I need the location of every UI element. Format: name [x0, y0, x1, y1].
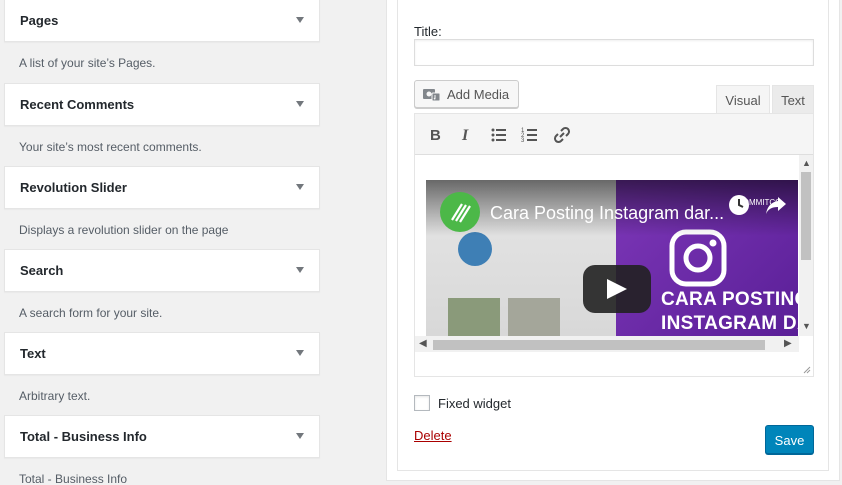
media-icon [423, 89, 441, 102]
embedded-video[interactable]: CARA POSTING INSTAGRAM DARI Cara Posting… [426, 180, 798, 336]
svg-text:I: I [461, 127, 469, 144]
title-input[interactable] [414, 39, 814, 66]
scrollbar-thumb[interactable] [433, 340, 765, 350]
scroll-right-icon[interactable]: ▶ [784, 338, 792, 349]
editor-toolbar: B I 1 2 3 [415, 114, 813, 155]
link-icon[interactable] [551, 124, 573, 146]
widget-title: Recent Comments [20, 97, 135, 112]
scroll-down-icon[interactable]: ▼ [802, 321, 811, 331]
vertical-scrollbar[interactable]: ▲ ▼ [799, 155, 813, 336]
horizontal-scrollbar[interactable]: ◀ ▶ [415, 336, 799, 352]
widget-description: Arbitrary text. [19, 389, 91, 403]
fixed-widget-checkbox[interactable] [414, 395, 430, 411]
profile-avatar [458, 232, 492, 266]
bold-icon[interactable]: B [424, 124, 446, 146]
save-button[interactable]: Save [765, 425, 814, 454]
rich-text-editor: B I 1 2 3 CARA POSTING INSTAGRAM D Cara … [414, 113, 814, 377]
play-icon [607, 279, 627, 299]
delete-link[interactable]: Delete [414, 428, 452, 443]
expand-arrow-icon[interactable] [296, 184, 304, 190]
share-icon[interactable] [764, 194, 788, 216]
tab-text[interactable]: Text [772, 85, 814, 114]
italic-icon[interactable]: I [455, 124, 477, 146]
widget-title: Total - Business Info [20, 429, 147, 444]
tab-visual[interactable]: Visual [716, 85, 770, 114]
widget-description: A list of your site’s Pages. [19, 56, 156, 70]
widget-title: Revolution Slider [20, 180, 127, 195]
widget-title: Pages [20, 13, 59, 28]
clock-icon[interactable] [727, 193, 751, 217]
editor-content-area[interactable]: CARA POSTING INSTAGRAM DARI Cara Posting… [415, 155, 813, 336]
expand-arrow-icon[interactable] [296, 350, 304, 356]
widget-header[interactable]: Recent Comments [4, 83, 320, 126]
overlay-line2: INSTAGRAM DARI [661, 313, 798, 334]
expand-arrow-icon[interactable] [296, 433, 304, 439]
tab-visual-label: Visual [725, 93, 761, 108]
title-label: Title: [414, 24, 442, 39]
widget-form: Title: Add Media Visual Text B I 1 2 3 C… [397, 0, 829, 471]
fixed-widget-label: Fixed widget [438, 396, 511, 411]
resize-handle-icon[interactable] [801, 364, 811, 374]
widget-header[interactable]: Total - Business Info [4, 415, 320, 458]
widget-header[interactable]: Revolution Slider [4, 166, 320, 209]
widget-header[interactable]: Pages [4, 0, 320, 42]
expand-arrow-icon[interactable] [296, 267, 304, 273]
widget-description: Displays a revolution slider on the page [19, 223, 229, 237]
expand-arrow-icon[interactable] [296, 101, 304, 107]
add-media-button[interactable]: Add Media [414, 80, 519, 108]
save-button-label: Save [774, 433, 805, 448]
add-media-label: Add Media [447, 87, 510, 102]
tab-text-label: Text [781, 93, 805, 108]
available-widgets-list: Pages A list of your site’s Pages. Recen… [0, 0, 330, 485]
thumbnail-image [508, 298, 560, 336]
widget-header[interactable]: Text [4, 332, 320, 375]
channel-logo-icon[interactable] [440, 192, 480, 232]
thumbnail-image [448, 298, 500, 336]
widget-area-panel: Title: Add Media Visual Text B I 1 2 3 C… [386, 0, 840, 481]
video-overlay-text: CARA POSTING INSTAGRAM DARI [661, 288, 798, 336]
widget-description: A search form for your site. [19, 306, 163, 320]
video-title[interactable]: Cara Posting Instagram dar... [490, 203, 724, 224]
scroll-up-icon[interactable]: ▲ [802, 158, 811, 168]
widget-description: Total - Business Info [19, 472, 128, 485]
bullet-list-icon[interactable] [488, 124, 510, 146]
svg-text:B: B [430, 127, 441, 144]
instagram-icon [669, 229, 727, 287]
scroll-left-icon[interactable]: ◀ [419, 338, 427, 349]
overlay-line1: CARA POSTING [661, 289, 798, 310]
expand-arrow-icon[interactable] [296, 17, 304, 23]
widget-title: Search [20, 263, 64, 278]
widget-title: Text [20, 346, 46, 361]
numbered-list-icon[interactable]: 1 2 3 [519, 124, 541, 146]
widget-description: Your site’s most recent comments. [19, 140, 202, 154]
scrollbar-thumb[interactable] [801, 172, 811, 260]
widget-header[interactable]: Search [4, 249, 320, 292]
svg-text:3: 3 [521, 138, 525, 144]
play-button[interactable] [583, 265, 651, 313]
